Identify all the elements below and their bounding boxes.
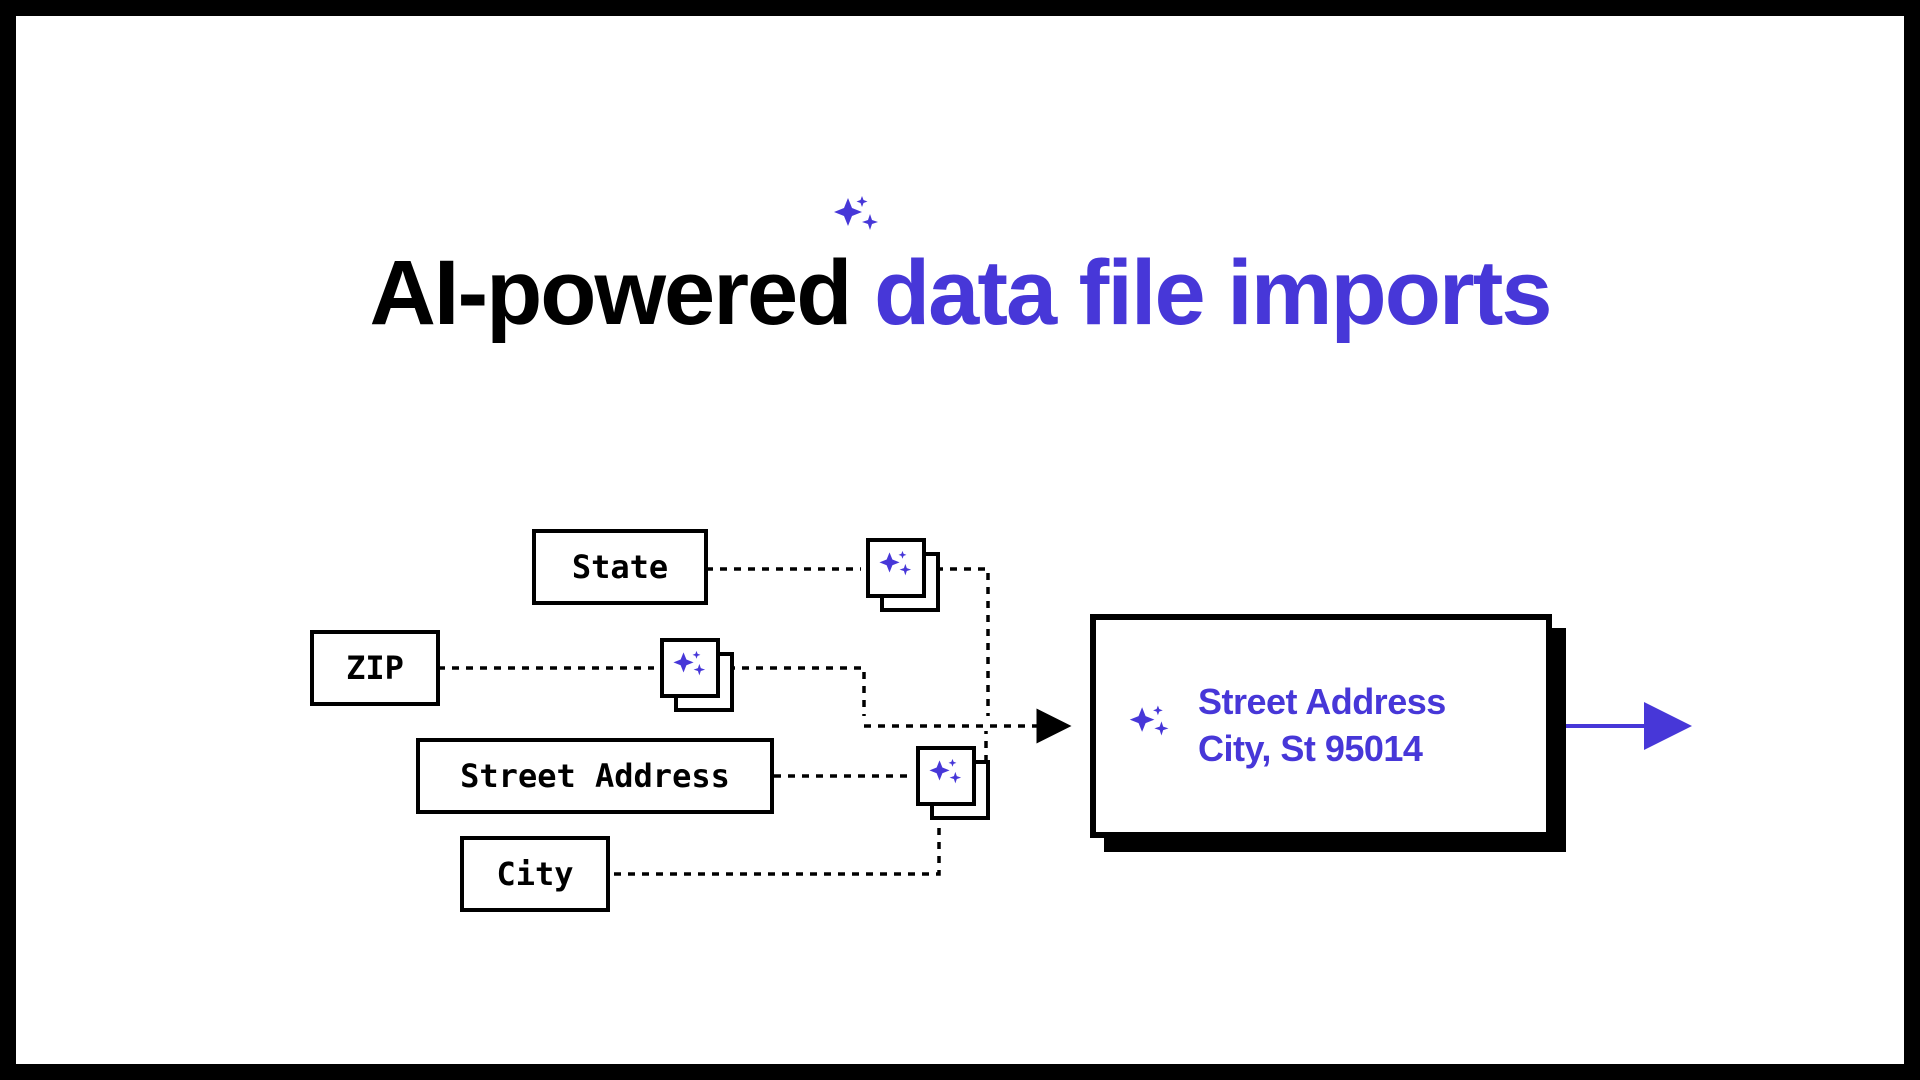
field-box-state: State <box>532 529 708 605</box>
field-box-street: Street Address <box>416 738 774 814</box>
connectors <box>16 16 1916 1076</box>
field-label: Street Address <box>460 757 730 795</box>
sparkle-icon <box>878 548 914 589</box>
field-box-city: City <box>460 836 610 912</box>
page-title: AI-powered data file imports <box>16 241 1904 346</box>
field-label: ZIP <box>346 649 404 687</box>
output-text: Street Address City, St 95014 <box>1198 679 1446 773</box>
sparkle-icon <box>672 648 708 689</box>
field-label: City <box>496 855 573 893</box>
output-line-2: City, St 95014 <box>1198 726 1446 773</box>
slide-frame: AI-powered data file imports <box>10 10 1910 1070</box>
title-part-1: AI-powered <box>369 242 873 344</box>
sparkle-icon <box>1128 702 1172 751</box>
sparkle-icon <box>928 756 964 797</box>
output-line-1: Street Address <box>1198 679 1446 726</box>
field-box-zip: ZIP <box>310 630 440 706</box>
field-label: State <box>572 548 668 586</box>
title-part-2: data file imports <box>874 242 1551 344</box>
